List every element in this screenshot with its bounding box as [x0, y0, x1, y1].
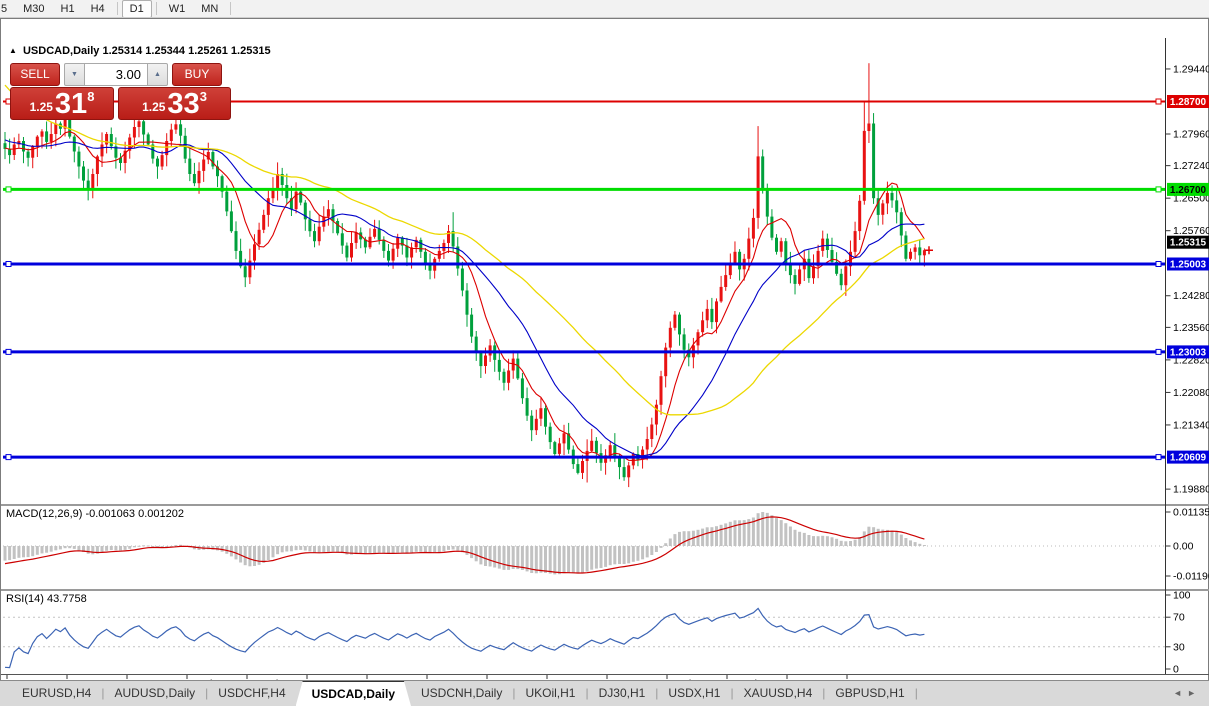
- tab-separator: |: [914, 686, 918, 700]
- price-axis-tick-label: 1.21340: [1173, 419, 1209, 431]
- rsi-axis-label: 0: [1173, 664, 1179, 676]
- line-anchor-marker: [5, 348, 12, 355]
- rsi-axis-label: 70: [1173, 612, 1185, 624]
- price-tag-label: 1.25315: [1170, 238, 1207, 249]
- timeframe-button-W1[interactable]: W1: [161, 0, 194, 17]
- ask-price-box[interactable]: 1.25 33 3: [118, 87, 231, 120]
- chart-tab-GBPUSD[interactable]: GBPUSD,H1: [825, 681, 914, 706]
- chart-tab-UKOil[interactable]: UKOil,H1: [515, 681, 585, 706]
- line-anchor-marker: [5, 186, 12, 193]
- tab-scroll-arrows[interactable]: ◄►: [1173, 681, 1201, 706]
- timeframe-button-H1[interactable]: H1: [53, 0, 83, 17]
- price-tag: [1167, 450, 1209, 464]
- timeframe-button-D1[interactable]: D1: [121, 0, 152, 17]
- chart-tab-XAUUSD[interactable]: XAUUSD,H4: [734, 681, 823, 706]
- timeframe-button-MN[interactable]: MN: [193, 0, 226, 17]
- chart-tab-EURUSD[interactable]: EURUSD,H4: [12, 681, 101, 706]
- ask-price-prefix: 1.25: [142, 100, 166, 114]
- chart-tab-USDCAD[interactable]: USDCAD,Daily: [296, 681, 411, 706]
- timeframe-button-5[interactable]: 5: [0, 0, 15, 17]
- collapse-quote-icon[interactable]: ▲: [9, 46, 17, 55]
- rsi-axis-label: 30: [1173, 641, 1185, 653]
- buy-button[interactable]: BUY: [172, 63, 222, 86]
- price-tag-label: 1.26700: [1170, 185, 1207, 196]
- macd-axis-label: 0.01135: [1173, 507, 1209, 519]
- toolbar-separator: [230, 2, 232, 15]
- price-tag-label: 1.20609: [1170, 453, 1207, 464]
- timeframe-toolbar: 5 M30 H1 H4 D1 W1 MN: [0, 0, 1209, 18]
- one-click-trading-widget: SELL ▼ ▲ BUY 1.25 31 8 1.25 33 3: [10, 63, 231, 120]
- bid-price-box[interactable]: 1.25 31 8: [10, 87, 114, 120]
- horizontal-lines-layer: [3, 98, 1166, 461]
- timeframe-button-M30[interactable]: M30: [15, 0, 52, 17]
- macd-indicator-label: MACD(12,26,9) -0.001063 0.001202: [6, 508, 184, 520]
- macd-axis-label: 0.00: [1173, 541, 1194, 553]
- volume-input[interactable]: [85, 63, 147, 86]
- chart-window: 1.29440 1.27960 1.27240 1.26500 1.25760 1.242…: [0, 18, 1209, 690]
- ma-line-fast: [4, 131, 925, 461]
- price-tag-label: 1.28700: [1170, 97, 1207, 108]
- price-tag-label: 1.25003: [1170, 259, 1207, 270]
- macd-signal-line: [4, 516, 925, 574]
- toolbar-separator: [155, 2, 157, 15]
- ma-line-mid: [4, 139, 925, 457]
- bid-price-main: 31: [54, 88, 88, 120]
- rsi-indicator-label: RSI(14) 43.7758: [6, 593, 87, 605]
- volume-increase-button[interactable]: ▲: [147, 63, 168, 86]
- price-tag: [1167, 257, 1209, 271]
- volume-decrease-button[interactable]: ▼: [64, 63, 85, 86]
- line-anchor-marker: [1155, 261, 1162, 267]
- price-axis-tick-label: 1.22820: [1173, 354, 1209, 366]
- chart-tab-AUDUSD[interactable]: AUDUSD,Daily: [104, 681, 205, 706]
- moving-averages-layer: [4, 84, 925, 461]
- rsi-line: [4, 607, 925, 669]
- timeframe-button-H4[interactable]: H4: [83, 0, 113, 17]
- line-anchor-marker: [5, 454, 12, 461]
- price-axis-tick-label: 1.25760: [1173, 225, 1209, 237]
- toolbar-separator: [116, 2, 118, 15]
- quote-ohlc: 1.25314 1.25344 1.25261 1.25315: [102, 45, 271, 57]
- line-anchor-marker: [1155, 98, 1162, 105]
- price-tag-label: 1.23003: [1170, 347, 1207, 358]
- chevron-down-icon: ▼: [71, 71, 78, 78]
- bid-price-pipette: 8: [87, 89, 95, 104]
- ma-line-slow: [4, 84, 925, 416]
- price-tag: [1167, 95, 1209, 108]
- price-tag: [1167, 182, 1209, 196]
- rsi-axis-label: 100: [1173, 590, 1191, 602]
- quote-line: ▲ USDCAD,Daily 1.25314 1.25344 1.25261 1…: [9, 45, 271, 57]
- macd-axis-label: -0.01190: [1173, 571, 1209, 583]
- bid-price-prefix: 1.25: [29, 100, 53, 114]
- chevron-up-icon: ▲: [154, 71, 161, 78]
- chart-tabs-bar: EURUSD,H4 | AUDUSD,Daily | USDCHF,H4 USDCAD,D…: [0, 680, 1209, 706]
- macd-histogram: [3, 512, 926, 575]
- price-axis-tick-label: 1.24280: [1173, 290, 1209, 302]
- price-axis-tick-label: 1.23560: [1173, 322, 1209, 334]
- price-axis-tick-label: 1.26500: [1173, 193, 1209, 205]
- chart-tab-USDX[interactable]: USDX,H1: [658, 681, 730, 706]
- price-axis-tick-label: 1.29440: [1173, 63, 1209, 75]
- chart-tab-USDCNH[interactable]: USDCNH,Daily: [411, 681, 512, 706]
- quote-symbol: USDCAD,Daily: [22, 45, 100, 57]
- line-anchor-marker: [1155, 186, 1162, 193]
- price-axis-tick-label: 1.27960: [1173, 129, 1209, 141]
- chart-tab-USDCHF[interactable]: USDCHF,H4: [208, 681, 295, 706]
- chart-tab-DJ30[interactable]: DJ30,H1: [589, 681, 656, 706]
- price-tag: [1167, 345, 1209, 359]
- line-anchor-marker: [5, 261, 12, 267]
- line-anchor-marker: [1155, 454, 1162, 461]
- line-anchor-marker: [1155, 348, 1162, 355]
- ask-price-main: 33: [167, 88, 200, 120]
- price-axis-tick-label: 1.22080: [1173, 387, 1209, 399]
- chart-canvas: 1.29440 1.27960 1.27240 1.26500 1.25760 1.242…: [1, 38, 1209, 690]
- sell-button[interactable]: SELL: [10, 63, 60, 86]
- ask-price-pipette: 3: [199, 89, 207, 104]
- price-axis-tick-label: 1.27240: [1173, 160, 1209, 172]
- price-tag: [1167, 235, 1209, 249]
- price-axis-tick-label: 1.19880: [1173, 484, 1209, 496]
- candles-layer: [3, 63, 926, 488]
